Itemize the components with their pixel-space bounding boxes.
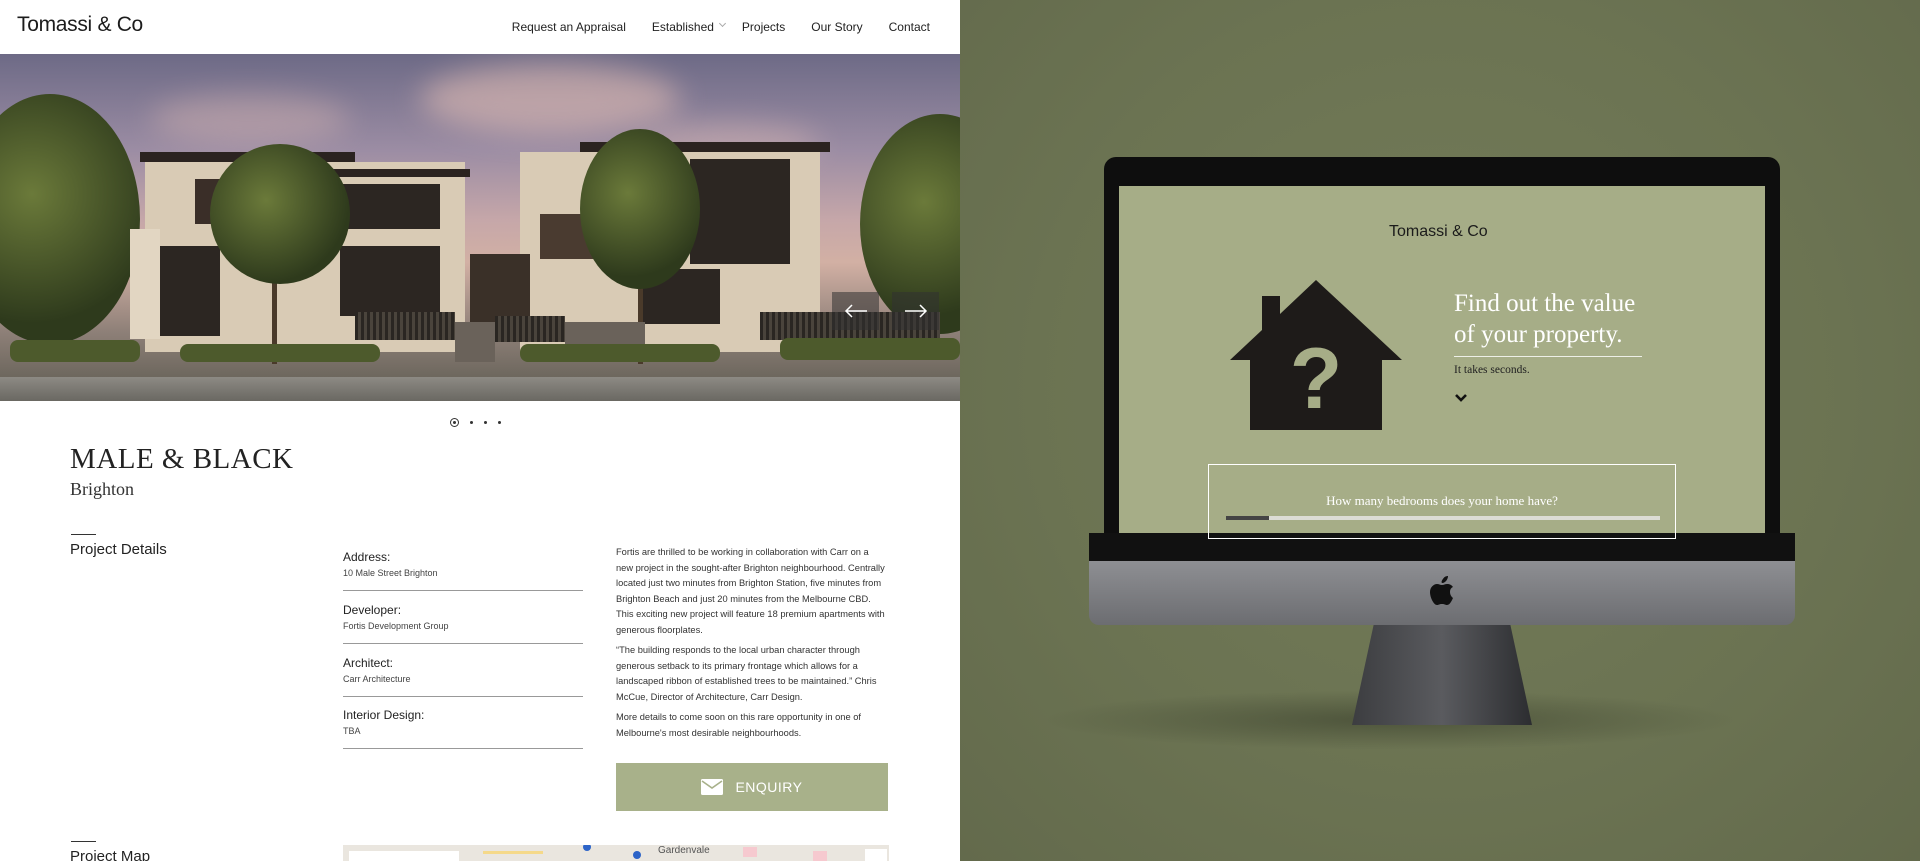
description-paragraph: More details to come soon on this rare o… [616,712,861,738]
detail-label: Developer: [343,603,402,617]
map-control[interactable] [349,851,459,861]
carousel-dot-2[interactable] [470,421,473,424]
project-suburb: Brighton [70,479,135,499]
screen-logo: Tomassi & Co [1389,223,1488,240]
arrow-right-icon [904,304,927,318]
nav-projects[interactable]: Projects [742,20,785,34]
detail-value: Fortis Development Group [343,621,449,631]
screen-headline: Find out the value of your property. [1454,290,1636,348]
progress-track [1226,516,1660,520]
website-panel: Tomassi & Co Request an Appraisal Establ… [0,0,960,861]
house-question-icon: ? [1230,280,1402,430]
detail-label: Address: [343,550,391,564]
map-pin-icon [633,851,641,859]
enquiry-button[interactable]: ENQUIRY [616,763,888,811]
detail-value: Carr Architecture [343,674,411,684]
detail-developer: Developer: Fortis Development Group [343,603,583,644]
project-map-heading: Project Map [70,848,151,861]
project-title: MALE & BLACK [70,443,294,475]
site-logo[interactable]: Tomassi & Co [17,13,143,37]
nav-established[interactable]: Established [652,20,714,34]
hero-image [0,54,960,401]
detail-value: 10 Male Street Brighton [343,568,438,578]
project-map[interactable]: Gardenvale [343,845,889,861]
screen-headline-rule [1454,356,1642,357]
map-place-label: Gardenvale [658,845,710,856]
nav-request-appraisal[interactable]: Request an Appraisal [512,20,626,34]
detail-label: Interior Design: [343,708,425,722]
detail-value: TBA [343,726,361,736]
top-navigation: Tomassi & Co Request an Appraisal Establ… [0,0,960,55]
detail-address: Address: 10 Male Street Brighton [343,550,583,591]
nav-contact[interactable]: Contact [889,20,930,34]
carousel-dots [450,418,501,427]
detail-architect: Architect: Carr Architecture [343,656,583,697]
section-rule [71,841,96,842]
enquiry-label: ENQUIRY [735,779,803,795]
carousel-dot-3[interactable] [484,421,487,424]
map-fullscreen-button[interactable] [865,849,887,861]
project-details-heading: Project Details [70,541,167,558]
imac-stand [1352,625,1532,725]
detail-label: Architect: [343,656,394,670]
hero-prev-button[interactable] [832,292,879,330]
carousel-dot-4[interactable] [498,421,501,424]
main-nav: Request an Appraisal Established Project… [486,20,930,34]
section-rule [71,534,96,535]
description-paragraph: Fortis are thrilled to be working in col… [616,547,885,635]
screen-subtext: It takes seconds. [1454,364,1530,376]
description-quote: “The building responds to the local urba… [616,645,877,702]
project-description: Fortis are thrilled to be working in col… [616,545,888,746]
progress-fill [1226,516,1270,520]
apple-logo-icon [1430,576,1453,605]
hero-next-button[interactable] [892,292,939,330]
detail-interior-design: Interior Design: TBA [343,708,583,749]
svg-text:?: ? [1290,331,1343,427]
nav-our-story[interactable]: Our Story [811,20,862,34]
question-text: How many bedrooms does your home have? [1326,493,1558,508]
map-pin-icon [583,845,591,851]
carousel-dot-1[interactable] [450,418,459,427]
chevron-down-icon[interactable] [1455,393,1467,403]
envelope-icon [701,779,724,795]
arrow-left-icon [844,304,867,318]
